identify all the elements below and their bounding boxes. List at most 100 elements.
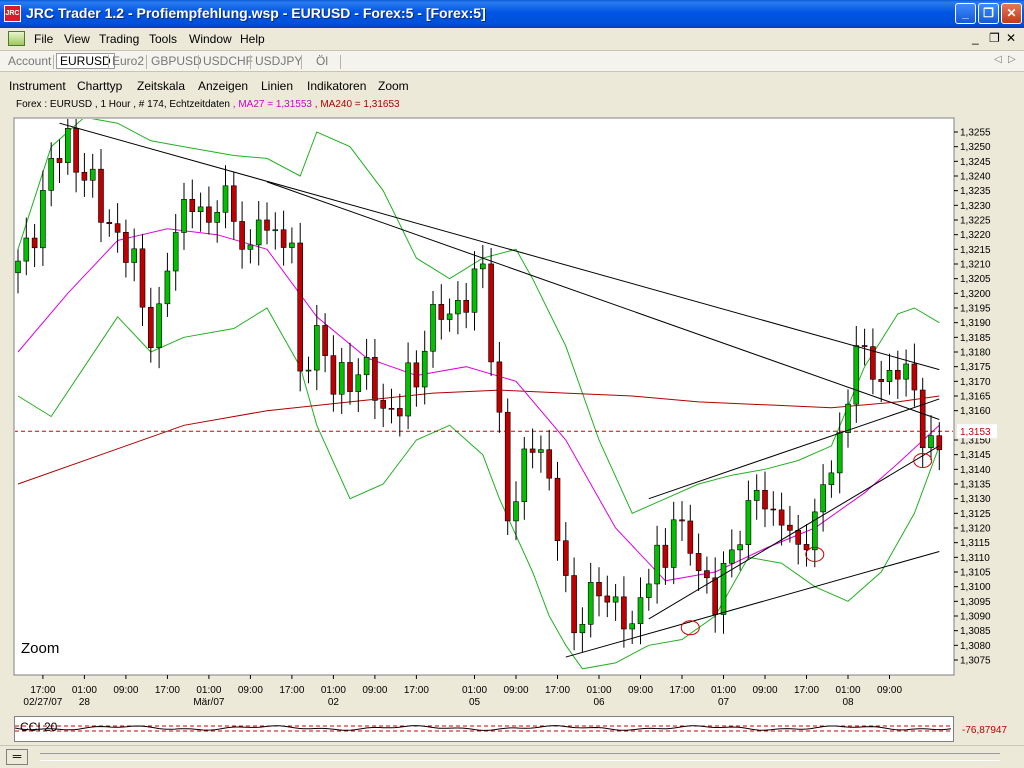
y-tick-label: 1,3165 bbox=[960, 392, 991, 403]
candle-down bbox=[388, 408, 395, 410]
horizontal-scrollbar[interactable] bbox=[40, 753, 1000, 761]
candle-down bbox=[239, 221, 245, 250]
panel-splitter-icon[interactable]: ═ bbox=[6, 749, 28, 765]
restore-icon: ❐ bbox=[983, 6, 994, 20]
chartmenu-indikatoren[interactable]: Indikatoren bbox=[307, 79, 366, 93]
x-tick-date-label: 07 bbox=[718, 697, 730, 708]
x-tick-time-label: 01:00 bbox=[72, 685, 97, 696]
x-tick-date-label: 28 bbox=[79, 697, 91, 708]
candle-up bbox=[421, 350, 428, 388]
candle-up bbox=[538, 449, 544, 453]
tab-usdjpy[interactable]: USDJPY bbox=[255, 54, 302, 68]
tab-gbpusd[interactable]: GBPUSD bbox=[151, 54, 202, 68]
candle-down bbox=[662, 544, 669, 568]
chart-window-icon[interactable] bbox=[8, 31, 25, 46]
tab-separator bbox=[108, 55, 109, 69]
app-logo-icon[interactable]: JRC bbox=[4, 5, 21, 22]
cci-panel[interactable] bbox=[14, 716, 954, 742]
x-tick-time-label: 17:00 bbox=[669, 685, 694, 696]
y-tick-label: 1,3085 bbox=[960, 626, 991, 637]
candle-down bbox=[704, 570, 710, 579]
candle-up bbox=[363, 356, 370, 376]
mdi-close-icon[interactable]: ✕ bbox=[1006, 31, 1016, 45]
y-tick-label: 1,3100 bbox=[960, 582, 991, 593]
candle-down bbox=[604, 595, 611, 603]
candle-up bbox=[405, 362, 411, 417]
y-tick-label: 1,3140 bbox=[960, 465, 991, 476]
candle-down bbox=[936, 435, 943, 451]
candle-up bbox=[513, 501, 519, 522]
tab-euro2[interactable]: Euro2 bbox=[112, 54, 144, 68]
mdi-minimize-icon[interactable]: _ bbox=[972, 31, 979, 45]
x-tick-time-label: 09:00 bbox=[503, 685, 528, 696]
y-tick-label: 1,3095 bbox=[960, 597, 991, 608]
candle-up bbox=[753, 489, 760, 501]
candle-up bbox=[836, 432, 843, 474]
chartmenu-zeitskala[interactable]: Zeitskala bbox=[137, 79, 185, 93]
candle-down bbox=[770, 508, 777, 511]
tab-oel[interactable]: Öl bbox=[316, 54, 328, 68]
chartmenu-charttyp[interactable]: Charttyp bbox=[77, 79, 122, 93]
menu-tools[interactable]: Tools bbox=[149, 32, 177, 46]
x-tick-time-label: 01:00 bbox=[462, 685, 487, 696]
candle-up bbox=[214, 212, 220, 223]
chartmenu-anzeigen[interactable]: Anzeigen bbox=[198, 79, 248, 93]
candle-down bbox=[413, 362, 420, 388]
tab-separator bbox=[301, 55, 302, 69]
candle-up bbox=[471, 268, 478, 313]
chartmenu-zoom[interactable]: Zoom bbox=[378, 79, 409, 93]
candle-down bbox=[861, 345, 868, 347]
candle-up bbox=[23, 237, 30, 262]
candle-up bbox=[820, 484, 826, 513]
restore-button[interactable]: ❐ bbox=[978, 3, 999, 24]
candle-down bbox=[894, 369, 901, 380]
x-tick-time-label: 01:00 bbox=[835, 685, 860, 696]
chartmenu-instrument[interactable]: Instrument bbox=[9, 79, 66, 93]
candle-up bbox=[272, 229, 279, 232]
y-tick-label: 1,3190 bbox=[960, 318, 991, 329]
y-tick-label: 1,3110 bbox=[960, 553, 990, 564]
y-tick-label: 1,3225 bbox=[960, 216, 991, 227]
candle-down bbox=[463, 300, 470, 313]
x-tick-time-label: 01:00 bbox=[196, 685, 221, 696]
candle-down bbox=[546, 449, 553, 479]
menu-view[interactable]: View bbox=[64, 32, 90, 46]
menu-trading[interactable]: Trading bbox=[99, 32, 139, 46]
tab-scroll-right-icon[interactable]: ▷ bbox=[1008, 54, 1016, 65]
candle-down bbox=[56, 158, 63, 163]
candle-down bbox=[297, 242, 304, 372]
y-tick-label: 1,3180 bbox=[960, 348, 991, 359]
zoom-label[interactable]: Zoom bbox=[21, 640, 59, 657]
candle-up bbox=[197, 206, 204, 212]
menu-file[interactable]: File bbox=[34, 32, 53, 46]
x-tick-date-label: Mär/07 bbox=[193, 697, 225, 708]
y-tick-label: 1,3250 bbox=[960, 142, 991, 153]
x-tick-time-label: 09:00 bbox=[628, 685, 653, 696]
menu-window[interactable]: Window bbox=[189, 32, 232, 46]
y-tick-label: 1,3220 bbox=[960, 230, 991, 241]
candle-down bbox=[206, 206, 212, 223]
minimize-button[interactable]: _ bbox=[955, 3, 976, 24]
candle-down bbox=[280, 229, 287, 248]
tab-usdchf[interactable]: USDCHF bbox=[203, 54, 253, 68]
mdi-restore-icon[interactable]: ❐ bbox=[989, 31, 1000, 45]
tab-eurusd[interactable]: EURUSD bbox=[56, 53, 115, 69]
close-button[interactable]: ✕ bbox=[1001, 3, 1022, 24]
bottom-toolbar: ═ bbox=[0, 745, 1024, 768]
candle-down bbox=[571, 575, 577, 634]
candle-up bbox=[446, 313, 453, 320]
chartmenu-linien[interactable]: Linien bbox=[261, 79, 293, 93]
candle-up bbox=[737, 544, 743, 551]
candle-up bbox=[828, 472, 835, 485]
candle-up bbox=[845, 403, 851, 433]
candle-down bbox=[322, 325, 328, 356]
tab-separator bbox=[53, 55, 54, 69]
tab-scroll-left-icon[interactable]: ◁ bbox=[994, 54, 1002, 65]
price-chart[interactable]: 1,3255 1,3250 1,3245 1,3240 1,3235 1,3230 1,32… bbox=[0, 110, 1024, 712]
x-tick-time-label: 17:00 bbox=[794, 685, 819, 696]
y-tick-label: 1,3130 bbox=[960, 494, 991, 505]
y-tick-label: 1,3240 bbox=[960, 172, 991, 183]
account-tab[interactable]: Account bbox=[8, 54, 51, 68]
menu-help[interactable]: Help bbox=[240, 32, 265, 46]
x-tick-date-label: 02/27/07 bbox=[23, 697, 62, 708]
